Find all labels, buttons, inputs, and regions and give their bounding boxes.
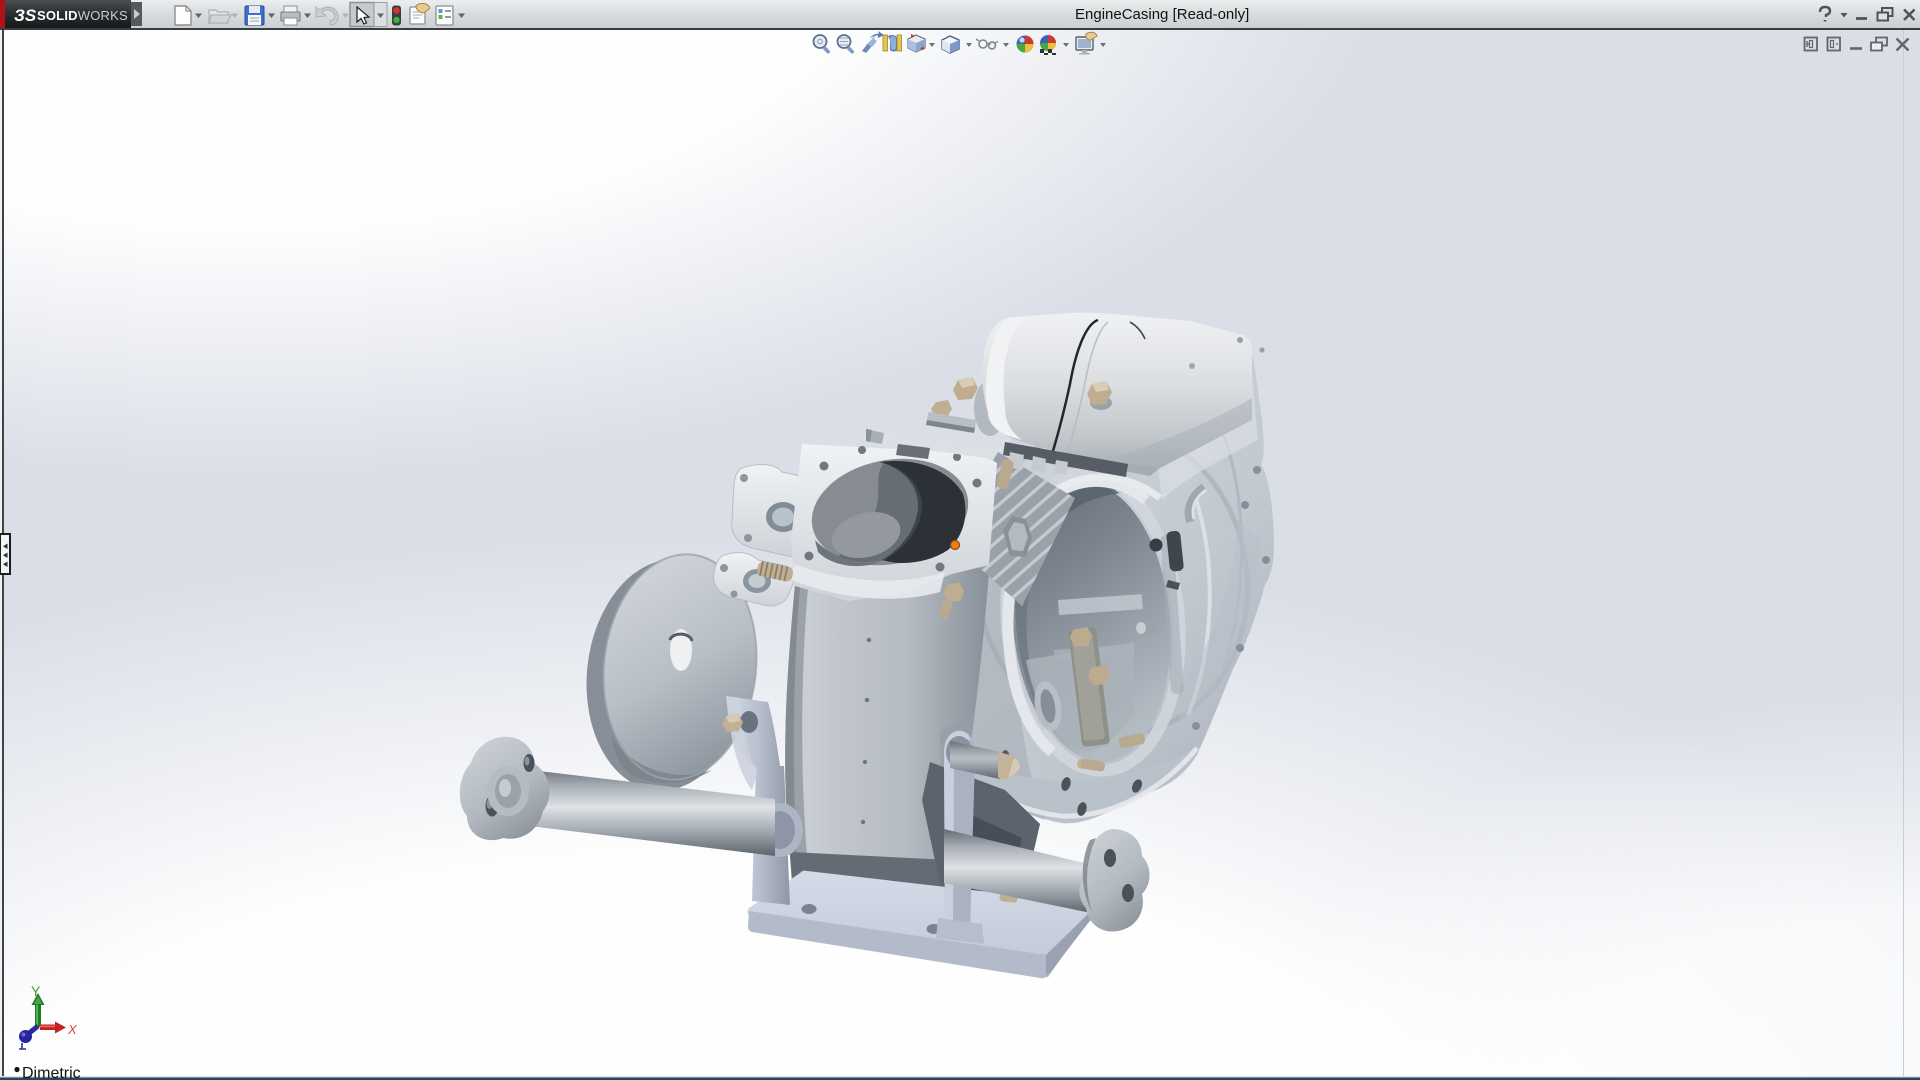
svg-text:Dimetric: Dimetric [22, 1065, 81, 1080]
svg-text:X: X [67, 1022, 78, 1037]
svg-text:EngineCasing [Read-only]: EngineCasing [Read-only] [1075, 6, 1249, 23]
svg-text:SOLIDWORKS: SOLIDWORKS [37, 8, 128, 23]
svg-text:ЗS: ЗS [14, 6, 37, 25]
